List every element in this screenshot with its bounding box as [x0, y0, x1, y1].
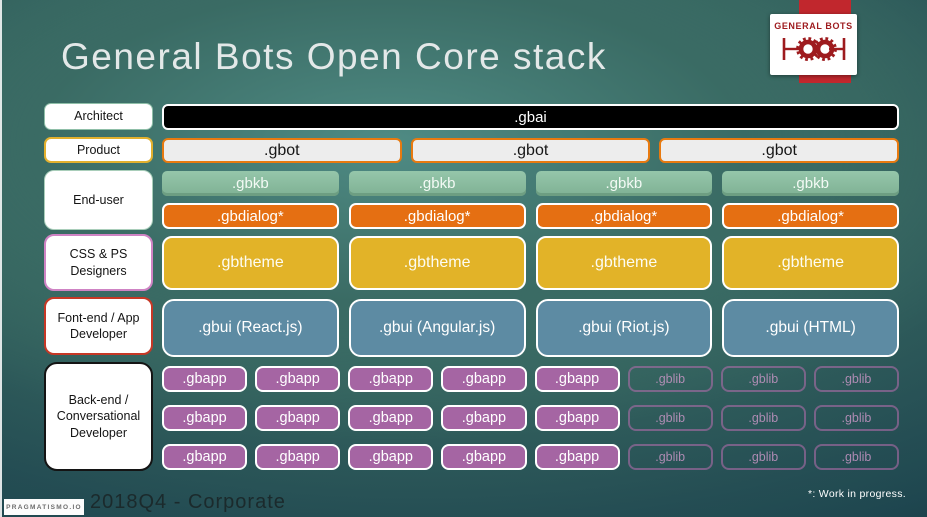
gbapp-block: .gbapp	[255, 444, 341, 470]
row-gbkb: .gbkb .gbkb .gbkb .gbkb	[162, 171, 899, 196]
gbot-block: .gbot	[410, 138, 651, 163]
row-gbot: .gbot .gbot .gbot	[162, 138, 900, 163]
sidebar-label-text: Font-end / App Developer	[57, 310, 140, 341]
row-gbdialog: .gbdialog* .gbdialog* .gbdialog* .gbdial…	[162, 203, 899, 229]
sidebar-label-text: Product	[76, 142, 121, 157]
sidebar-label-architect: Architect	[44, 103, 153, 130]
gears-icon	[782, 37, 845, 61]
gbapp-block: .gbapp	[162, 444, 248, 470]
gblib-block: .gblib	[627, 405, 713, 431]
sidebar-label-frontend-app-developer: Font-end / App Developer	[44, 297, 153, 355]
gbui-react-block: .gbui (React.js)	[162, 299, 339, 357]
gbapp-block: .gbapp	[534, 444, 620, 470]
gblib-block: .gblib	[627, 444, 713, 470]
gbdialog-block: .gbdialog*	[722, 203, 899, 229]
work-in-progress-note: *: Work in progress.	[807, 488, 906, 500]
gbdialog-block: .gbdialog*	[162, 203, 339, 229]
gbapp-block: .gbapp	[255, 405, 341, 431]
gbot-block: .gbot	[162, 138, 402, 163]
gbtheme-block: .gbtheme	[348, 236, 526, 290]
gbapp-block: .gbapp	[441, 444, 527, 470]
sidebar-label-product: Product	[44, 137, 153, 163]
gbai-block: .gbai	[162, 104, 899, 130]
gbtheme-block: .gbtheme	[535, 236, 713, 290]
sidebar-label-text: CSS & PS Designers	[69, 247, 128, 278]
row-apps-2: .gbapp .gbapp .gbapp .gbapp .gbapp .gbli…	[162, 405, 899, 431]
gbot-block: .gbot	[659, 138, 900, 163]
row-gbtheme: .gbtheme .gbtheme .gbtheme .gbtheme	[162, 236, 899, 290]
gbapp-block: .gbapp	[348, 366, 434, 392]
pragmatismo-badge: PRAGMATISMO.IO	[4, 499, 84, 515]
row-gbai: .gbai	[162, 104, 899, 130]
gbapp-block: .gbapp	[534, 405, 620, 431]
gbkb-block: .gbkb	[722, 171, 899, 196]
gbdialog-block: .gbdialog*	[348, 203, 526, 229]
footer-caption: 2018Q4 - Corporate	[90, 491, 286, 513]
gblib-block: .gblib	[720, 366, 806, 392]
gbapp-block: .gbapp	[255, 366, 341, 392]
gbapp-block: .gbapp	[162, 366, 248, 392]
sidebar-label-backend-conversational-developer: Back-end / Conversational Developer	[44, 362, 153, 471]
general-bots-logo: GENERAL BOTS	[770, 14, 857, 75]
page-title: General Bots Open Core stack	[61, 36, 607, 77]
gbapp-block: .gbapp	[441, 405, 527, 431]
sidebar-label-css-ps-designers: CSS & PS Designers	[44, 234, 153, 291]
gblib-block: .gblib	[813, 444, 899, 470]
gbtheme-block: .gbtheme	[722, 236, 899, 290]
gblib-block: .gblib	[627, 366, 713, 392]
gbkb-block: .gbkb	[348, 171, 526, 196]
gbapp-block: .gbapp	[534, 366, 620, 392]
gbapp-block: .gbapp	[348, 405, 434, 431]
sidebar-label-text: Back-end / Conversational Developer	[56, 393, 141, 440]
gbapp-block: .gbapp	[162, 405, 248, 431]
gbui-angular-block: .gbui (Angular.js)	[348, 299, 526, 357]
gbkb-block: .gbkb	[162, 171, 339, 196]
gbapp-block: .gbapp	[348, 444, 434, 470]
gblib-block: .gblib	[720, 444, 806, 470]
gbui-html-block: .gbui (HTML)	[722, 299, 899, 357]
gbdialog-block: .gbdialog*	[535, 203, 713, 229]
row-gbui: .gbui (React.js) .gbui (Angular.js) .gbu…	[162, 299, 899, 357]
gbapp-block: .gbapp	[441, 366, 527, 392]
slide: General Bots Open Core stack GENERAL BOT…	[0, 0, 927, 517]
gblib-block: .gblib	[720, 405, 806, 431]
row-apps-1: .gbapp .gbapp .gbapp .gbapp .gbapp .gbli…	[162, 366, 899, 392]
gblib-block: .gblib	[813, 405, 899, 431]
sidebar-label-end-user: End-user	[44, 170, 153, 230]
gblib-block: .gblib	[813, 366, 899, 392]
logo-brand-text: GENERAL BOTS	[774, 21, 853, 31]
gbkb-block: .gbkb	[535, 171, 713, 196]
sidebar-label-text: Architect	[74, 109, 123, 124]
sidebar-label-text: End-user	[73, 192, 124, 207]
gbtheme-block: .gbtheme	[162, 236, 339, 290]
gbui-riot-block: .gbui (Riot.js)	[535, 299, 713, 357]
row-apps-3: .gbapp .gbapp .gbapp .gbapp .gbapp .gbli…	[162, 444, 899, 470]
